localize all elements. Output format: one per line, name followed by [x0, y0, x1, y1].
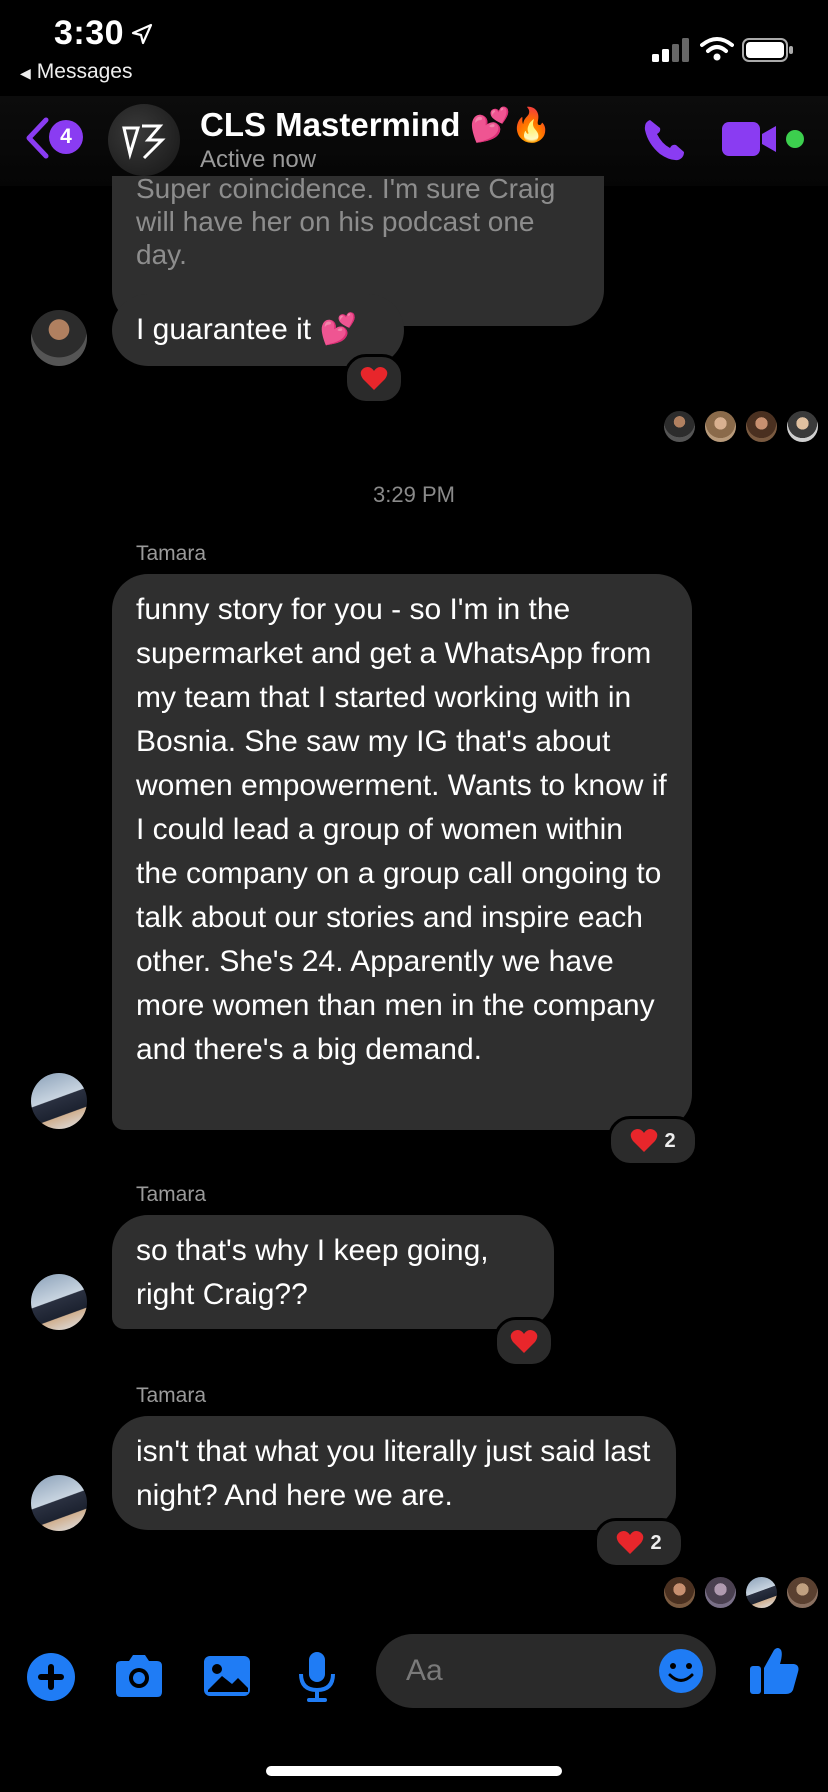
message-bubble[interactable]: funny story for you - so I'm in the supe… [112, 574, 692, 1130]
sender-name: Tamara [136, 1384, 207, 1407]
back-app-label: Messages [36, 60, 133, 83]
camera-icon[interactable] [112, 1650, 166, 1704]
reaction-badge[interactable] [494, 1317, 554, 1367]
reaction-badge[interactable]: 2 [594, 1518, 684, 1568]
composer-bar: Aa [0, 1630, 828, 1740]
status-bar: 3:30 ◀ Messages [0, 0, 828, 90]
group-logo-icon [122, 124, 166, 160]
avatar[interactable] [31, 1073, 87, 1129]
seen-avatar [746, 411, 777, 442]
message-text: Super coincidence. I'm sure Craig will h… [136, 173, 556, 270]
signal-icon [652, 38, 689, 62]
message-text: isn't that what you literally just said … [136, 1435, 651, 1512]
back-chevron-icon[interactable] [24, 116, 50, 160]
location-arrow-icon [131, 23, 153, 45]
back-triangle-icon: ◀ [20, 65, 31, 81]
message-bubble[interactable]: isn't that what you literally just said … [112, 1416, 676, 1530]
unread-badge: 4 [49, 120, 83, 154]
heart-icon [617, 1531, 644, 1554]
reaction-badge[interactable]: 2 [608, 1116, 698, 1166]
reaction-badge[interactable] [344, 354, 404, 404]
avatar[interactable] [31, 1274, 87, 1330]
emoji-icon[interactable] [658, 1648, 704, 1694]
seen-avatar [664, 411, 695, 442]
seen-avatar [787, 1577, 818, 1608]
sender-name: Tamara [136, 542, 207, 565]
phone-icon[interactable] [640, 116, 688, 164]
message-text: funny story for you - so I'm in the supe… [136, 593, 667, 1066]
timestamp: 3:29 PM [373, 482, 455, 507]
seen-avatar [746, 1577, 777, 1608]
wifi-icon [700, 37, 734, 61]
online-indicator [786, 130, 804, 148]
thumbs-up-icon[interactable] [748, 1644, 802, 1698]
heart-icon [631, 1129, 658, 1152]
message-text: I guarantee it 💕 [136, 313, 357, 346]
avatar[interactable] [31, 310, 87, 366]
seen-avatar [705, 411, 736, 442]
seen-avatar [787, 411, 818, 442]
reaction-count: 2 [650, 1531, 662, 1554]
seen-by-row [664, 411, 818, 442]
photo-icon[interactable] [200, 1650, 254, 1704]
sender-name: Tamara [136, 1183, 207, 1206]
heart-icon [510, 1330, 538, 1353]
chat-title: CLS Mastermind 💕🔥 [200, 106, 552, 143]
message-bubble[interactable]: so that's why I keep going, right Craig?… [112, 1215, 554, 1329]
video-icon[interactable] [722, 120, 780, 158]
reaction-count: 2 [664, 1129, 676, 1152]
message-input-placeholder: Aa [406, 1654, 443, 1687]
mic-icon[interactable] [290, 1650, 344, 1704]
avatar[interactable] [31, 1475, 87, 1531]
group-avatar[interactable] [108, 104, 180, 176]
battery-icon [742, 38, 793, 62]
plus-icon[interactable] [24, 1650, 78, 1704]
message-input[interactable]: Aa [376, 1634, 716, 1708]
seen-avatar [705, 1577, 736, 1608]
status-time: 3:30 [54, 14, 125, 52]
seen-avatar [664, 1577, 695, 1608]
active-status: Active now [200, 146, 317, 173]
heart-icon [360, 367, 388, 390]
home-indicator[interactable] [266, 1766, 562, 1776]
back-to-messages-link[interactable]: ◀ Messages [20, 60, 133, 84]
seen-by-row [664, 1577, 818, 1608]
message-text: so that's why I keep going, right Craig?… [136, 1234, 489, 1311]
